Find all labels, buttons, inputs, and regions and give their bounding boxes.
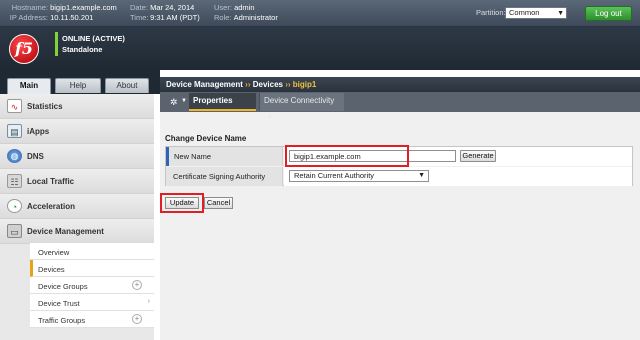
subitem-label: Traffic Groups xyxy=(38,316,86,325)
datetime-info: Date: Mar 24, 2014 Time: 9:31 AM (PDT) xyxy=(130,3,200,23)
csa-label: Certificate Signing Authority xyxy=(166,167,283,186)
partition-value: Common xyxy=(509,8,540,17)
chevron-right-icon: › xyxy=(147,298,150,305)
sidebar-item-label: DNS xyxy=(27,152,44,161)
csa-select[interactable]: Retain Current Authority ▼ xyxy=(289,170,429,182)
chevron-down-icon: ▼ xyxy=(267,115,273,121)
user-info: User: admin Role: Administrator xyxy=(214,3,278,23)
user-label: User: xyxy=(214,3,232,12)
status-indicator xyxy=(55,32,58,56)
sidebar-subitem-device-trust[interactable]: Device Trust › xyxy=(30,294,154,311)
status-mode: Standalone xyxy=(62,45,103,54)
tab-device-connectivity[interactable]: Device Connectivity ▼ xyxy=(259,93,344,121)
date-label: Date: xyxy=(130,3,148,12)
hostname-label: Hostname: xyxy=(11,3,48,12)
sidebar-item-device-management[interactable]: ▭ Device Management xyxy=(0,219,154,244)
role-value: Administrator xyxy=(233,13,278,22)
sidebar-item-acceleration[interactable]: ◔ Acceleration xyxy=(0,194,154,219)
partition-select[interactable]: Common ▼ xyxy=(505,7,567,19)
chevron-down-icon: ▼ xyxy=(418,172,425,179)
generate-button[interactable]: Generate xyxy=(460,150,496,162)
sidebar-item-local-traffic[interactable]: ☷ Local Traffic xyxy=(0,169,154,194)
chevron-down-icon: ▼ xyxy=(181,98,187,104)
subitem-label: Device Groups xyxy=(38,282,88,291)
breadcrumb-devices[interactable]: Devices xyxy=(253,80,283,89)
subitem-label: Overview xyxy=(38,248,70,257)
sidebar-subitem-traffic-groups[interactable]: Traffic Groups + xyxy=(30,311,154,328)
chart-icon: ∿ xyxy=(7,99,22,113)
sidebar-item-label: Device Management xyxy=(27,227,104,236)
subitem-label: Devices xyxy=(38,265,65,274)
sidebar-subitem-devices[interactable]: Devices xyxy=(30,260,154,277)
subitem-label: Device Trust xyxy=(38,299,80,308)
add-icon[interactable]: + xyxy=(132,314,142,324)
sidebar-item-label: Statistics xyxy=(27,102,63,111)
sidebar-item-dns[interactable]: ◍ DNS xyxy=(0,144,154,169)
tab-main[interactable]: Main xyxy=(7,78,51,94)
cancel-button[interactable]: Cancel xyxy=(204,197,233,209)
tab-about[interactable]: About xyxy=(105,78,149,93)
gear-menu-button[interactable]: ✲ ▼ xyxy=(165,94,189,110)
f5-logo: f5 xyxy=(9,34,39,64)
time-label: Time: xyxy=(130,13,149,22)
gauge-icon: ◔ xyxy=(7,199,22,213)
role-label: Role: xyxy=(214,13,232,22)
breadcrumb: Device Management ›› Devices ›› bigip1 xyxy=(166,80,316,89)
breadcrumb-current: bigip1 xyxy=(292,80,317,89)
iapps-icon: ▤ xyxy=(7,124,22,138)
breadcrumb-separator: ›› xyxy=(285,80,291,89)
gear-icon: ✲ xyxy=(170,97,178,107)
sidebar-item-iapps[interactable]: ▤ iApps xyxy=(0,119,154,144)
tab-label: Device Connectivity xyxy=(264,96,335,105)
device-icon: ▭ xyxy=(7,224,22,238)
sidebar-item-label: Local Traffic xyxy=(27,177,75,186)
traffic-icon: ☷ xyxy=(7,174,22,188)
new-name-label: New Name xyxy=(166,147,283,166)
partition-label: Partition: xyxy=(476,8,506,17)
sidebar-subitem-device-groups[interactable]: Device Groups + xyxy=(30,277,154,294)
sidebar-item-label: iApps xyxy=(27,127,50,136)
hostname-value: bigip1.example.com xyxy=(50,3,117,12)
csa-value: Retain Current Authority xyxy=(294,171,375,180)
breadcrumb-separator: ›› xyxy=(245,80,251,89)
top-header: Hostname: bigip1.example.com IP Address:… xyxy=(0,0,640,27)
time-value: 9:31 AM (PDT) xyxy=(150,13,200,22)
logout-button[interactable]: Log out xyxy=(585,6,632,21)
breadcrumb-device-management[interactable]: Device Management xyxy=(166,80,243,89)
sidebar-item-label: Acceleration xyxy=(27,202,76,211)
tab-properties[interactable]: Properties xyxy=(189,93,256,111)
host-info: Hostname: bigip1.example.com IP Address:… xyxy=(9,3,117,23)
sidebar-subitem-overview[interactable]: Overview xyxy=(30,243,154,260)
status-online: ONLINE (ACTIVE) xyxy=(62,34,125,43)
update-button[interactable]: Update xyxy=(165,197,199,209)
ip-label: IP Address: xyxy=(9,13,48,22)
chevron-down-icon: ▼ xyxy=(557,10,564,17)
ip-value: 10.11.50.201 xyxy=(50,13,94,22)
section-title: Change Device Name xyxy=(165,134,247,143)
sidebar-item-statistics[interactable]: ∿ Statistics xyxy=(0,94,154,119)
date-value: Mar 24, 2014 xyxy=(150,3,195,12)
globe-icon: ◍ xyxy=(7,149,22,163)
highlight-box-name xyxy=(285,145,409,167)
tab-help[interactable]: Help xyxy=(55,78,101,93)
user-value: admin xyxy=(234,3,255,12)
add-icon[interactable]: + xyxy=(132,280,142,290)
